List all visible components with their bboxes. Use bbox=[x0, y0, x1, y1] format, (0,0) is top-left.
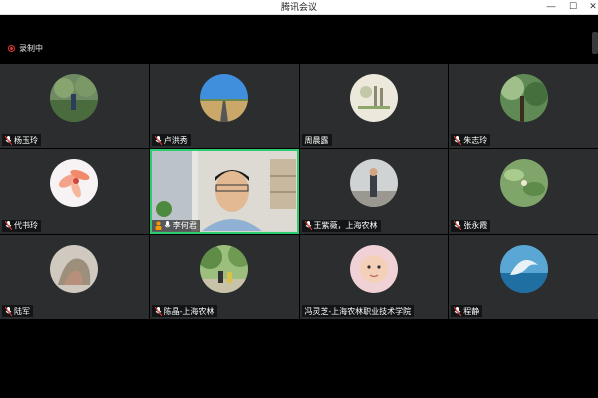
avatar bbox=[349, 244, 398, 293]
name-tag: 周晨露 bbox=[301, 134, 332, 147]
avatar bbox=[349, 159, 398, 208]
baby-photo-icon bbox=[349, 244, 398, 293]
avatar bbox=[499, 159, 548, 208]
name-tag: 陈晶-上海农林 bbox=[151, 305, 218, 317]
participant-grid: 杨玉玲 卢洪秀 周晨露 朱志玲 代书玲 李何君 王紫薇，上海农林 张永霞 陆军 … bbox=[0, 64, 598, 319]
rock-photo-icon bbox=[50, 244, 99, 293]
avatar bbox=[50, 244, 99, 293]
mic-muted-icon bbox=[5, 306, 12, 316]
leaves-photo-icon bbox=[499, 159, 548, 208]
avatar bbox=[349, 74, 398, 122]
participant-tile[interactable]: 程静 bbox=[449, 234, 598, 319]
close-button[interactable]: ✕ bbox=[582, 0, 598, 14]
person-outdoor-photo-icon bbox=[349, 159, 398, 208]
avatar bbox=[200, 244, 249, 293]
participant-name: 周晨露 bbox=[304, 135, 329, 145]
participant-tile-active-speaker[interactable]: 李何君 bbox=[149, 149, 299, 234]
mic-muted-icon bbox=[304, 221, 312, 231]
participant-name: 程静 bbox=[463, 306, 480, 316]
window-title: 腾讯会议 bbox=[280, 2, 317, 12]
participant-tile[interactable]: 陆军 bbox=[0, 234, 149, 319]
drawing-photo-icon bbox=[349, 74, 398, 122]
avatar bbox=[200, 74, 249, 122]
recording-indicator[interactable]: 录制中 bbox=[8, 43, 43, 54]
name-tag: 王紫薇，上海农林 bbox=[301, 219, 381, 232]
name-tag: 程静 bbox=[451, 305, 483, 317]
mic-muted-icon bbox=[454, 306, 462, 316]
participant-tile[interactable]: 卢洪秀 bbox=[149, 64, 299, 149]
mic-muted-icon bbox=[5, 221, 12, 231]
participant-name: 卢洪秀 bbox=[163, 135, 188, 145]
person-icon bbox=[155, 221, 162, 231]
participant-name: 陆军 bbox=[14, 306, 30, 316]
recording-label: 录制中 bbox=[19, 44, 43, 53]
mic-muted-icon bbox=[454, 135, 462, 145]
road-sky-photo-icon bbox=[200, 74, 249, 122]
participant-tile[interactable]: 代书玲 bbox=[0, 149, 149, 234]
mic-muted-icon bbox=[154, 135, 162, 145]
participant-name: 冯灵芝-上海农林职业技术学院 bbox=[304, 306, 412, 316]
avatar bbox=[50, 74, 99, 122]
avatar bbox=[50, 159, 99, 208]
name-tag: 李何君 bbox=[151, 219, 200, 232]
participant-name: 陈晶-上海农林 bbox=[163, 306, 215, 316]
name-tag: 代书玲 bbox=[2, 219, 41, 232]
tree-photo-icon bbox=[499, 74, 548, 122]
title-bar: 腾讯会议 — ☐ ✕ bbox=[0, 0, 598, 15]
participant-tile[interactable]: 杨玉玲 bbox=[0, 64, 149, 149]
mic-muted-icon bbox=[154, 306, 162, 316]
participant-name: 杨玉玲 bbox=[14, 135, 38, 145]
participant-tile[interactable]: 朱志玲 bbox=[449, 64, 598, 149]
flower-photo-icon bbox=[50, 159, 99, 208]
name-tag: 张永霞 bbox=[451, 219, 491, 232]
participant-tile[interactable]: 王紫薇，上海农林 bbox=[299, 149, 449, 234]
name-tag: 冯灵芝-上海农林职业技术学院 bbox=[301, 305, 415, 317]
name-tag: 朱志玲 bbox=[451, 134, 491, 147]
participant-tile[interactable]: 陈晶-上海农林 bbox=[149, 234, 299, 319]
avatar bbox=[499, 244, 548, 293]
participant-name: 代书玲 bbox=[14, 221, 38, 231]
mic-icon bbox=[164, 221, 171, 228]
participant-tile[interactable]: 张永霞 bbox=[449, 149, 598, 234]
name-tag: 卢洪秀 bbox=[151, 134, 191, 147]
participant-name: 朱志玲 bbox=[463, 135, 488, 145]
participant-tile[interactable]: 冯灵芝-上海农林职业技术学院 bbox=[299, 234, 449, 319]
name-tag: 陆军 bbox=[2, 305, 33, 317]
participant-tile[interactable]: 周晨露 bbox=[299, 64, 449, 149]
record-icon bbox=[8, 45, 15, 52]
participant-name: 李何君 bbox=[172, 221, 197, 231]
participant-name: 王紫薇，上海农林 bbox=[313, 221, 378, 231]
park-photo-icon bbox=[200, 244, 249, 293]
maximize-button[interactable]: ☐ bbox=[562, 0, 584, 14]
mic-muted-icon bbox=[454, 221, 462, 231]
mic-muted-icon bbox=[5, 135, 12, 145]
avatar bbox=[499, 74, 548, 122]
minimize-button[interactable]: — bbox=[540, 0, 562, 14]
participant-name: 张永霞 bbox=[463, 221, 488, 231]
dolphin-photo-icon bbox=[499, 244, 548, 293]
scrollbar[interactable] bbox=[592, 32, 598, 54]
name-tag: 杨玉玲 bbox=[2, 134, 41, 147]
garden-photo-icon bbox=[50, 74, 99, 122]
